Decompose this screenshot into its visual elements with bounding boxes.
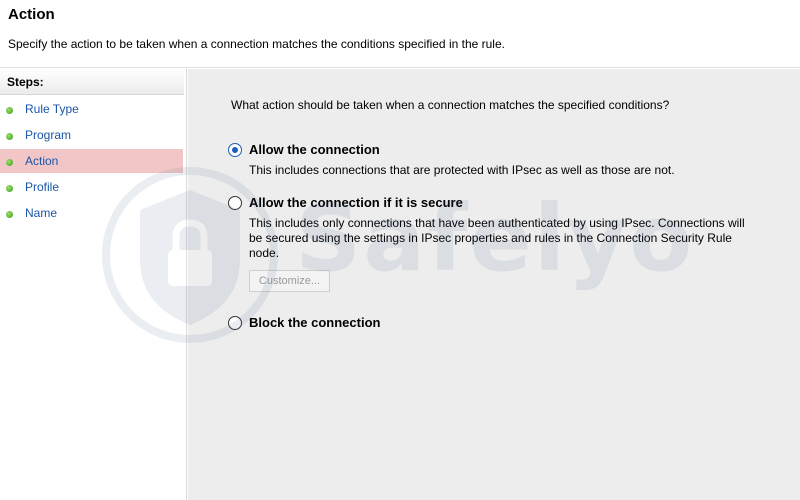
steps-title: Steps: (0, 69, 184, 95)
step-profile[interactable]: Profile (0, 175, 186, 199)
step-label: Name (25, 206, 58, 220)
step-label: Program (25, 128, 72, 142)
option-block-label[interactable]: Block the connection (249, 315, 380, 330)
step-status-icon (6, 159, 13, 166)
option-allow-description: This includes connections that are prote… (249, 163, 675, 177)
radio-allow[interactable] (228, 143, 242, 157)
steps-panel: Steps: Rule Type Program Action Profile … (0, 69, 187, 500)
step-program[interactable]: Program (0, 123, 186, 147)
step-status-icon (6, 133, 13, 140)
action-question: What action should be taken when a conne… (231, 98, 670, 112)
radio-allow-secure[interactable] (228, 196, 242, 210)
page-header: Action Specify the action to be taken wh… (0, 0, 800, 68)
step-label: Profile (25, 180, 60, 194)
action-panel: What action should be taken when a conne… (188, 69, 800, 500)
radio-block[interactable] (228, 316, 242, 330)
step-label: Action (25, 154, 59, 168)
step-rule-type[interactable]: Rule Type (0, 97, 186, 121)
step-label: Rule Type (25, 102, 79, 116)
step-status-icon (6, 185, 13, 192)
step-name[interactable]: Name (0, 201, 186, 225)
option-allow-secure-description: This includes only connections that have… (249, 216, 745, 260)
step-status-icon (6, 211, 13, 218)
page-title: Action (8, 6, 55, 23)
option-allow-secure-label[interactable]: Allow the connection if it is secure (249, 195, 463, 210)
step-action[interactable]: Action (0, 149, 183, 173)
step-status-icon (6, 107, 13, 114)
page-description: Specify the action to be taken when a co… (8, 37, 505, 51)
option-allow-label[interactable]: Allow the connection (249, 142, 380, 157)
customize-button[interactable]: Customize... (249, 270, 330, 292)
